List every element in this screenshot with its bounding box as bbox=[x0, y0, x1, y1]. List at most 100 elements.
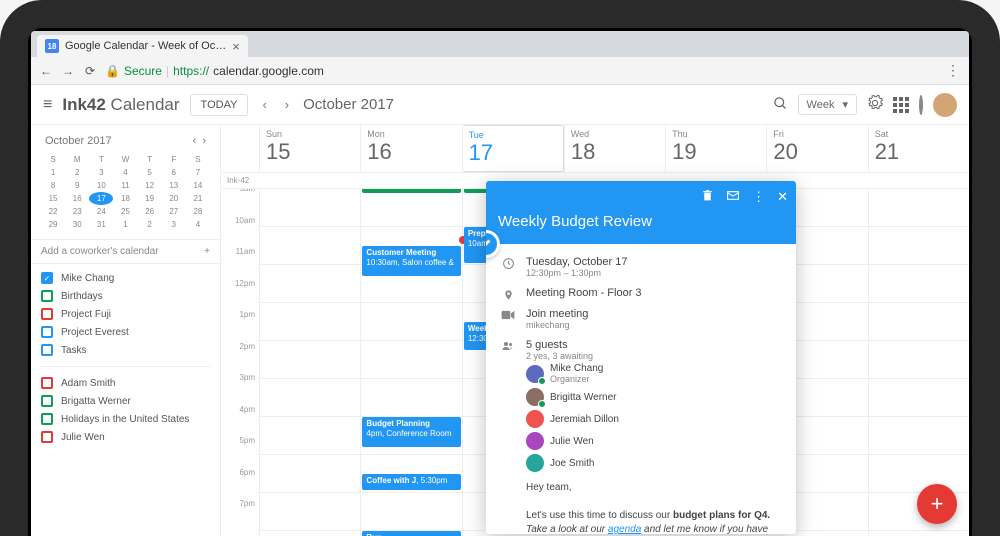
day-column[interactable] bbox=[868, 189, 969, 536]
mini-day[interactable]: 16 bbox=[65, 192, 89, 205]
add-calendar-row[interactable]: Add a coworker's calendar + bbox=[31, 239, 220, 264]
url-field[interactable]: 🔒 Secure | https://calendar.google.com bbox=[105, 64, 324, 78]
calendar-item[interactable]: Tasks bbox=[41, 344, 210, 356]
mini-day[interactable]: 26 bbox=[138, 205, 162, 218]
calendar-event[interactable]: Coffee with J, 5:30pm bbox=[362, 474, 460, 490]
mini-day[interactable]: 17 bbox=[89, 192, 113, 205]
mini-day[interactable]: 13 bbox=[162, 179, 186, 192]
day-header[interactable]: Sat21 bbox=[868, 125, 969, 172]
mini-day[interactable]: 3 bbox=[89, 166, 113, 179]
mini-day[interactable]: 2 bbox=[65, 166, 89, 179]
mini-day[interactable]: 21 bbox=[186, 192, 210, 205]
hour-label: 6pm bbox=[221, 468, 259, 500]
mini-day[interactable]: 25 bbox=[113, 205, 137, 218]
close-tab-icon[interactable]: × bbox=[232, 39, 240, 54]
mini-day[interactable]: 6 bbox=[162, 166, 186, 179]
day-header[interactable]: Mon16 bbox=[360, 125, 461, 172]
mini-day[interactable]: 1 bbox=[113, 218, 137, 231]
popup-datetime: Tuesday, October 17 12:30pm – 1:30pm bbox=[526, 256, 784, 278]
day-header[interactable]: Thu19 bbox=[665, 125, 766, 172]
mini-day[interactable]: 29 bbox=[41, 218, 65, 231]
mini-day[interactable]: 31 bbox=[89, 218, 113, 231]
mini-day[interactable]: 2 bbox=[138, 218, 162, 231]
day-header[interactable]: Tue17 bbox=[462, 125, 564, 172]
calendar-event[interactable]: Budget Planning4pm, Conference Room bbox=[362, 417, 460, 447]
browser-menu-icon[interactable]: ⋮ bbox=[946, 62, 961, 79]
mini-day[interactable]: 4 bbox=[113, 166, 137, 179]
reload-icon[interactable]: ⟳ bbox=[83, 64, 97, 78]
add-calendar-plus-icon[interactable]: + bbox=[204, 246, 210, 257]
calendar-event[interactable]: Work out, 8am bbox=[362, 189, 460, 193]
mini-day[interactable]: 19 bbox=[138, 192, 162, 205]
mini-day[interactable]: 14 bbox=[186, 179, 210, 192]
today-button[interactable]: TODAY bbox=[190, 94, 249, 116]
close-popup-icon[interactable]: ✕ bbox=[777, 189, 788, 205]
mini-prev-icon[interactable]: ‹ bbox=[193, 135, 197, 147]
calendar-item[interactable]: Holidays in the United States bbox=[41, 413, 210, 425]
search-icon[interactable] bbox=[773, 96, 788, 114]
settings-icon[interactable] bbox=[867, 95, 883, 114]
mini-day[interactable]: 24 bbox=[89, 205, 113, 218]
allday-label: Ink-42 bbox=[227, 176, 265, 185]
mini-day[interactable]: 15 bbox=[41, 192, 65, 205]
calendar-checkbox[interactable] bbox=[41, 290, 53, 302]
mini-day[interactable]: 23 bbox=[65, 205, 89, 218]
mini-day[interactable]: 7 bbox=[186, 166, 210, 179]
mini-day[interactable]: 5 bbox=[138, 166, 162, 179]
back-icon[interactable]: ← bbox=[39, 64, 53, 78]
mini-day[interactable]: 20 bbox=[162, 192, 186, 205]
mini-day[interactable]: 22 bbox=[41, 205, 65, 218]
prev-week-icon[interactable]: ‹ bbox=[258, 97, 270, 112]
calendar-checkbox[interactable] bbox=[41, 431, 53, 443]
calendar-item[interactable]: Adam Smith bbox=[41, 377, 210, 389]
apps-icon[interactable] bbox=[893, 97, 909, 113]
day-column[interactable]: Work out, 8am Customer Meeting10:30am, Sa… bbox=[360, 189, 461, 536]
delete-event-icon[interactable] bbox=[701, 189, 714, 205]
mini-day[interactable]: 4 bbox=[186, 218, 210, 231]
calendar-item[interactable]: Project Fuji bbox=[41, 308, 210, 320]
mini-day[interactable]: 9 bbox=[65, 179, 89, 192]
day-header[interactable]: Wed18 bbox=[564, 125, 665, 172]
calendar-event[interactable]: Run7 – 8pm bbox=[362, 531, 460, 536]
calendar-checkbox[interactable] bbox=[41, 377, 53, 389]
more-options-icon[interactable]: ⋮ bbox=[752, 189, 765, 205]
mini-day[interactable]: 8 bbox=[41, 179, 65, 192]
calendar-checkbox[interactable] bbox=[41, 308, 53, 320]
mini-day[interactable]: 28 bbox=[186, 205, 210, 218]
email-guests-icon[interactable] bbox=[726, 189, 740, 205]
next-week-icon[interactable]: › bbox=[281, 97, 293, 112]
day-header[interactable]: Sun15 bbox=[259, 125, 360, 172]
popup-join-meeting[interactable]: Join meeting mikechang bbox=[526, 308, 784, 330]
calendar-item[interactable]: Birthdays bbox=[41, 290, 210, 302]
calendar-event[interactable]: Customer Meeting10:30am, Salon coffee & bbox=[362, 246, 460, 276]
calendar-checkbox[interactable] bbox=[41, 413, 53, 425]
mini-day[interactable]: 12 bbox=[138, 179, 162, 192]
mini-day[interactable]: 1 bbox=[41, 166, 65, 179]
calendar-checkbox[interactable] bbox=[41, 344, 53, 356]
notifications-icon[interactable] bbox=[919, 97, 923, 113]
create-event-fab[interactable]: + bbox=[917, 484, 957, 524]
mini-day[interactable]: 3 bbox=[162, 218, 186, 231]
calendar-checkbox[interactable] bbox=[41, 395, 53, 407]
calendar-item[interactable]: Julie Wen bbox=[41, 431, 210, 443]
mini-day[interactable]: 27 bbox=[162, 205, 186, 218]
calendar-checkbox[interactable] bbox=[41, 326, 53, 338]
day-column[interactable] bbox=[259, 189, 360, 536]
forward-icon[interactable]: → bbox=[61, 64, 75, 78]
user-avatar[interactable] bbox=[933, 93, 957, 117]
browser-tab[interactable]: 18 Google Calendar - Week of Oc… × bbox=[37, 35, 248, 57]
mini-day[interactable]: 11 bbox=[113, 179, 137, 192]
calendar-checkbox[interactable]: ✓ bbox=[41, 272, 53, 284]
calendar-item[interactable]: Project Everest bbox=[41, 326, 210, 338]
mini-day[interactable]: 10 bbox=[89, 179, 113, 192]
day-header[interactable]: Fri20 bbox=[766, 125, 867, 172]
calendar-item[interactable]: Brigatta Werner bbox=[41, 395, 210, 407]
calendar-item[interactable]: ✓Mike Chang bbox=[41, 272, 210, 284]
mini-day[interactable]: 18 bbox=[113, 192, 137, 205]
agenda-link[interactable]: agenda bbox=[608, 524, 641, 534]
mini-day[interactable]: 30 bbox=[65, 218, 89, 231]
mini-next-icon[interactable]: › bbox=[202, 135, 206, 147]
popup-guests: 5 guests 2 yes, 3 awaiting Mike ChangOrg… bbox=[526, 339, 784, 472]
view-selector[interactable]: Week▾ bbox=[798, 94, 857, 115]
hamburger-icon[interactable]: ≡ bbox=[43, 96, 52, 114]
